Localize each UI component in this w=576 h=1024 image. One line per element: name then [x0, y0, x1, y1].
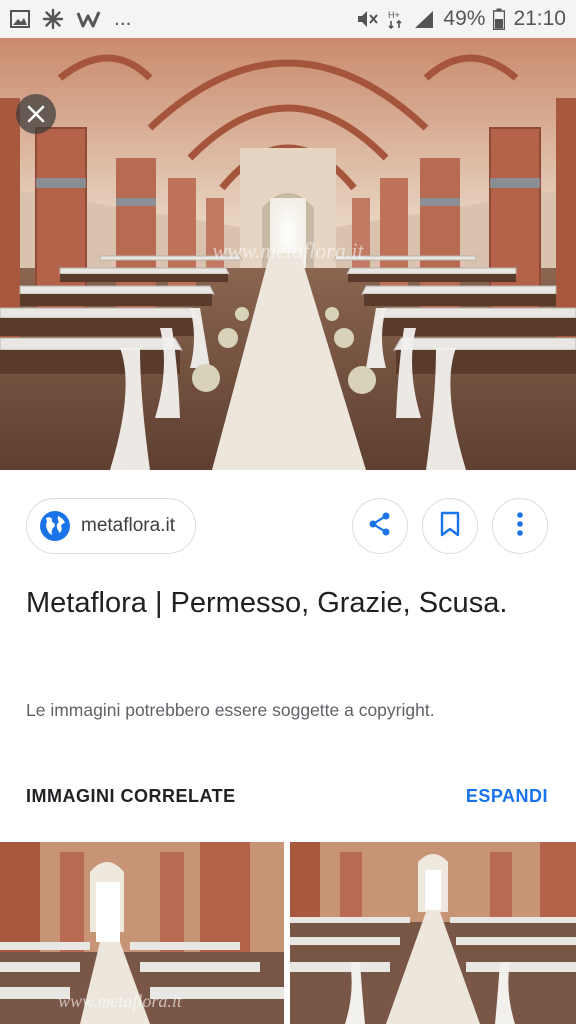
svg-text:H+: H+ — [388, 10, 400, 20]
expand-button[interactable]: ESPANDI — [466, 786, 548, 807]
bookmark-icon — [439, 511, 461, 542]
share-button[interactable] — [352, 498, 408, 554]
battery-icon — [493, 8, 506, 30]
related-thumbnail[interactable] — [290, 842, 576, 1024]
battery-percent: 49% — [443, 7, 486, 30]
flower-icon — [42, 8, 64, 30]
status-bar: ... H+ 49% 21:10 — [0, 0, 576, 38]
source-chip[interactable]: metaflora.it — [26, 498, 196, 554]
signal-icon — [413, 8, 435, 30]
gallery-icon — [10, 8, 30, 30]
copyright-notice: Le immagini potrebbero essere soggette a… — [26, 700, 435, 720]
close-button[interactable] — [16, 94, 56, 134]
thumbnail-watermark: www.metaflora.it — [58, 991, 183, 1011]
clock: 21:10 — [513, 7, 566, 30]
more-vert-icon — [516, 511, 524, 542]
mute-icon — [355, 8, 379, 30]
data-icon: H+ — [387, 8, 405, 30]
status-overflow: ... — [114, 7, 132, 30]
image-watermark: www.metaflora.it — [212, 238, 364, 263]
related-thumbnail[interactable]: www.metaflora.it — [0, 842, 284, 1024]
related-images-header: IMMAGINI CORRELATE — [26, 786, 236, 806]
image-title[interactable]: Metaflora | Permesso, Grazie, Scusa. — [26, 580, 546, 627]
more-options-button[interactable] — [492, 498, 548, 554]
save-button[interactable] — [422, 498, 478, 554]
globe-icon — [39, 510, 71, 542]
source-label: metaflora.it — [81, 515, 175, 536]
share-icon — [367, 511, 393, 542]
close-icon — [26, 104, 46, 124]
main-image[interactable]: www.metaflora.it — [0, 38, 576, 470]
w-app-icon — [76, 8, 102, 30]
